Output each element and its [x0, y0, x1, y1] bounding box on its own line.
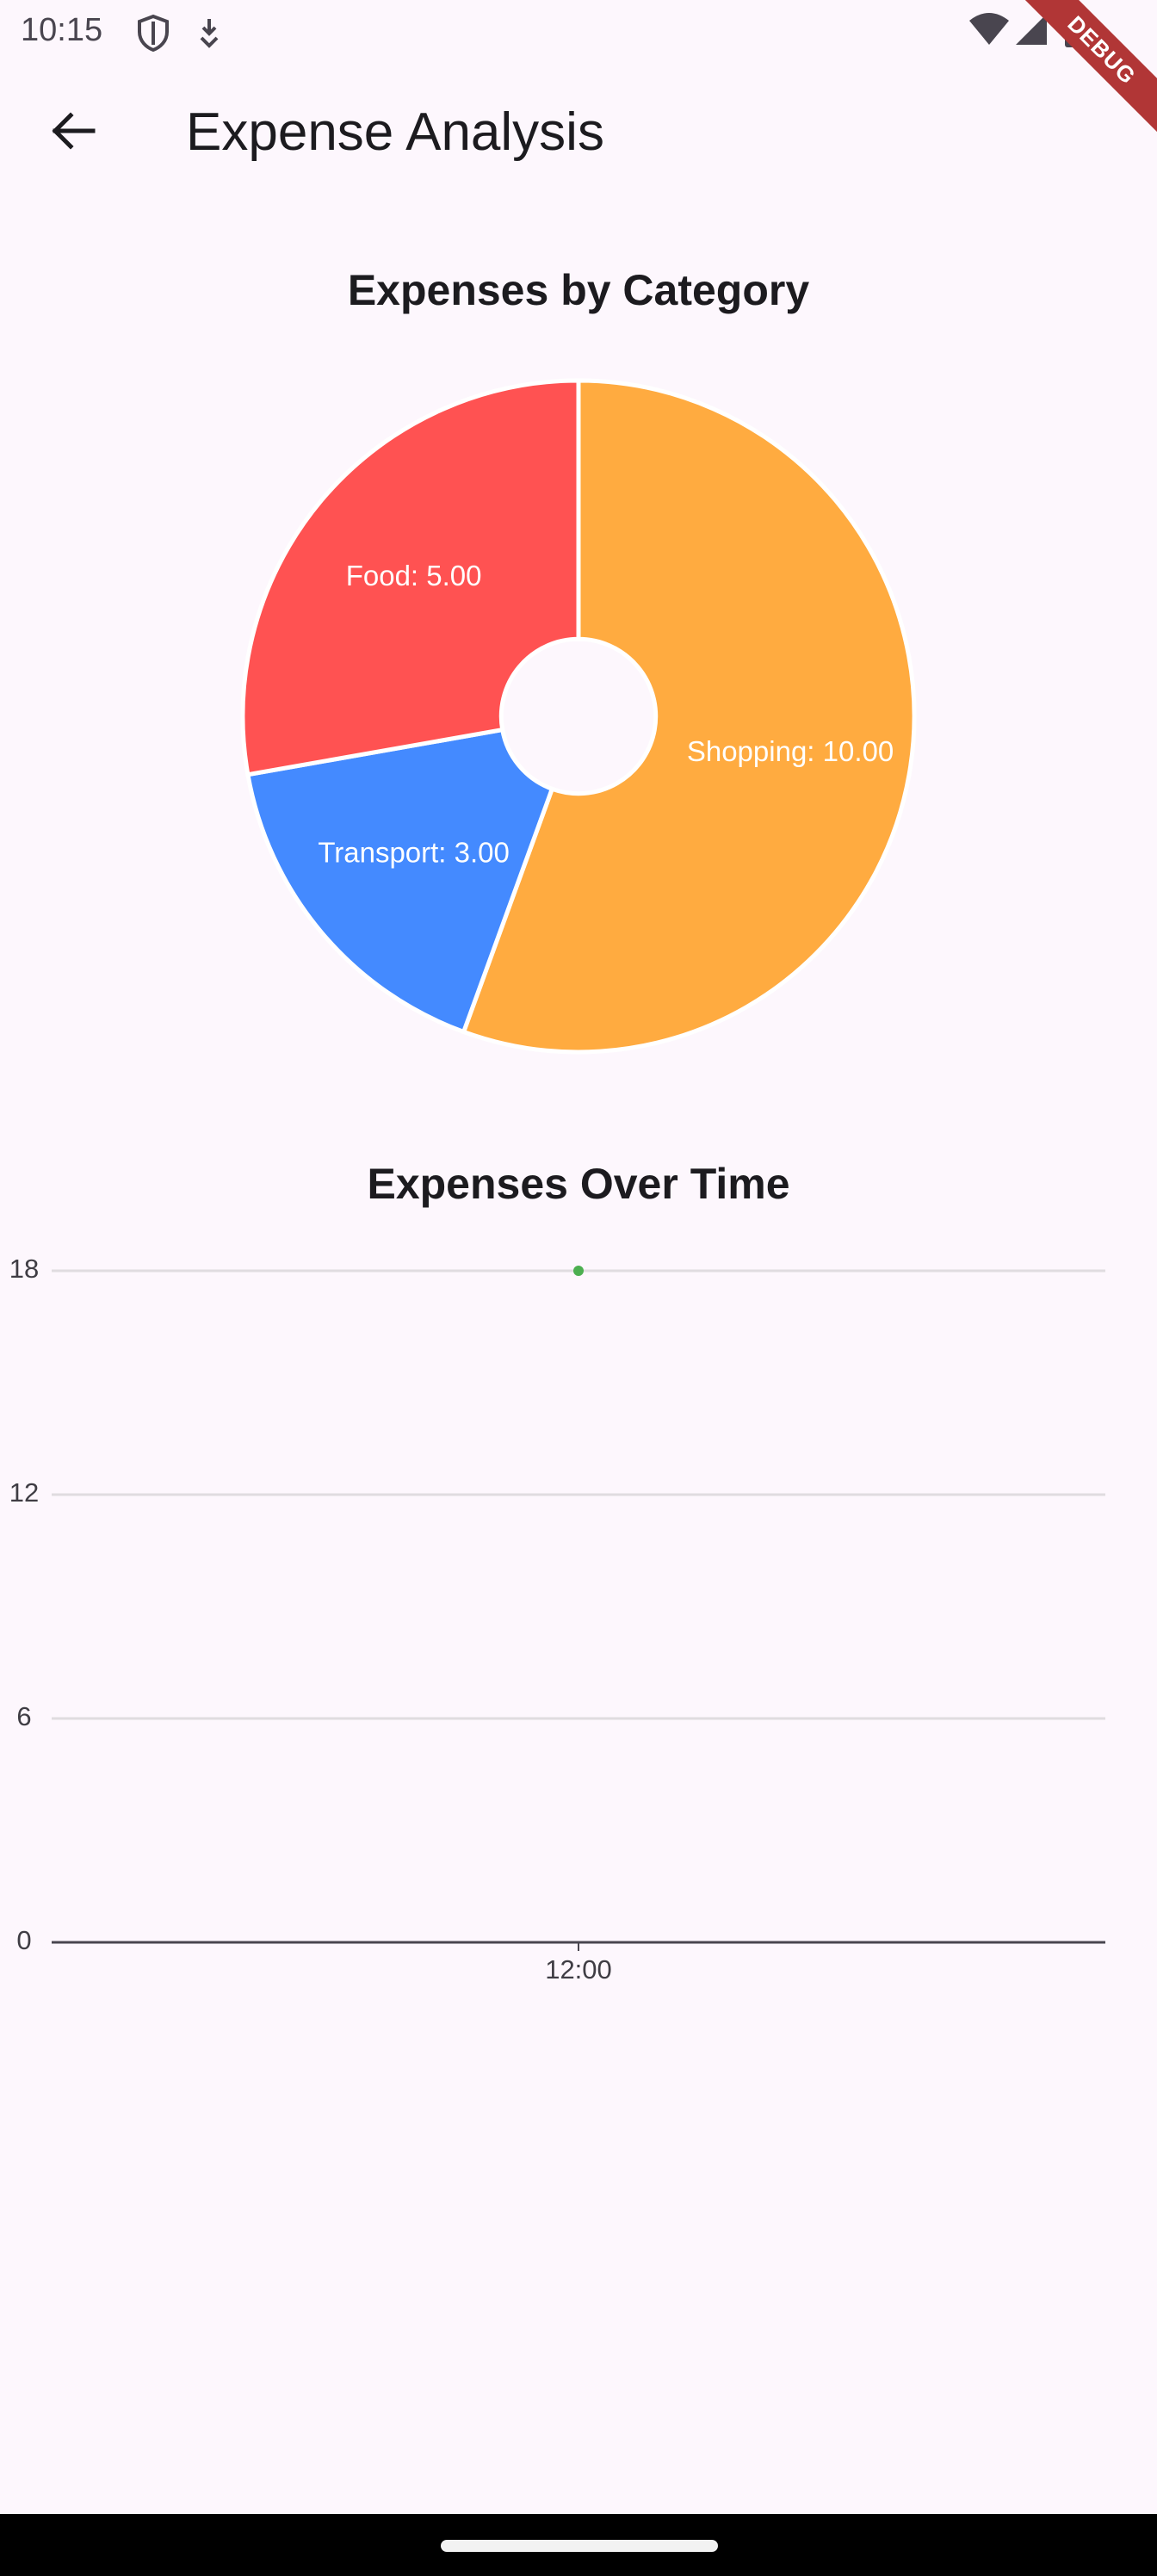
expenses-over-time-chart: 0 6 12 18 12:00	[9, 1254, 1105, 1985]
app-bar: Expense Analysis	[0, 65, 1157, 198]
pie-label-food: Food: 5.00	[346, 560, 482, 591]
status-time: 10:15	[21, 12, 103, 48]
pie-label-shopping: Shopping: 10.00	[687, 735, 894, 767]
download-status-icon	[196, 15, 222, 54]
shield-icon	[136, 14, 170, 56]
back-button[interactable]	[31, 100, 114, 165]
y-tick-label: 18	[9, 1254, 39, 1284]
pie-label-transport: Transport: 3.00	[318, 836, 510, 868]
home-indicator[interactable]	[441, 2540, 718, 2552]
y-tick-label: 6	[16, 1701, 31, 1731]
status-bar: 10:15	[0, 0, 1157, 65]
pie-chart-title: Expenses by Category	[347, 266, 810, 314]
page-title: Expense Analysis	[186, 102, 604, 162]
y-tick-label: 12	[9, 1477, 39, 1508]
x-tick-label: 12:00	[545, 1954, 612, 1985]
data-point[interactable]	[573, 1266, 584, 1276]
line-chart-title: Expenses Over Time	[367, 1160, 790, 1208]
y-tick-label: 0	[16, 1925, 31, 1955]
expenses-by-category-pie-chart: Shopping: 10.00 Transport: 3.00 Food: 5.00	[240, 378, 917, 1055]
arrow-back-icon	[48, 107, 96, 159]
